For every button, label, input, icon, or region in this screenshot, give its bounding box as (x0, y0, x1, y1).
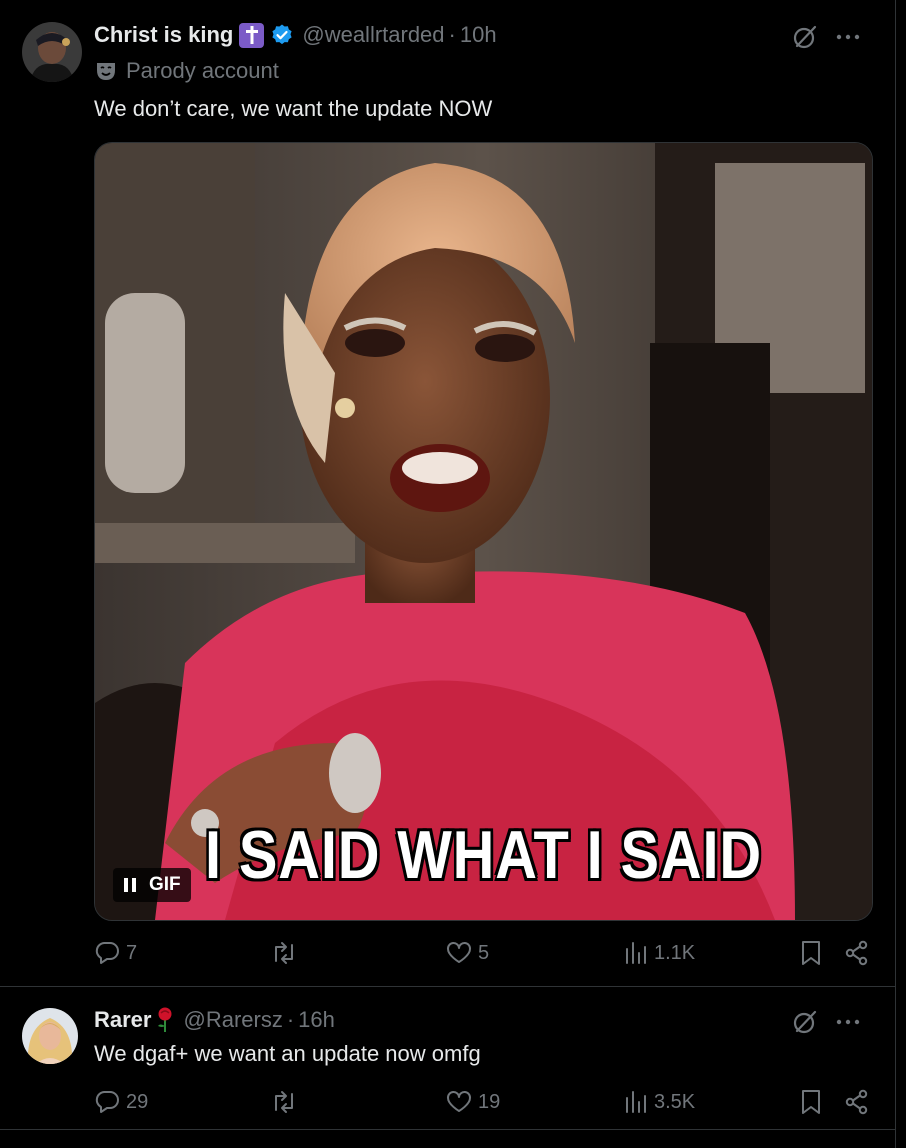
pause-icon[interactable] (123, 877, 137, 893)
bookmark-icon (800, 940, 822, 966)
bookmark-button[interactable] (800, 1089, 822, 1115)
retweet-icon (270, 940, 298, 966)
tweet-top-actions (792, 1009, 860, 1035)
gif-caption: I SAID WHAT I SAID (205, 817, 762, 893)
rose-emoji-icon (155, 1007, 175, 1033)
handle[interactable]: @Rarersz (183, 1007, 282, 1033)
reply-icon (94, 1089, 120, 1115)
retweet-button[interactable] (270, 1089, 304, 1115)
timestamp[interactable]: 16h (298, 1007, 335, 1033)
parody-label: Parody account (94, 58, 279, 84)
views-button[interactable]: 1.1K (624, 941, 695, 965)
like-count: 5 (478, 941, 490, 964)
like-count: 19 (478, 1090, 501, 1113)
gif-frame (95, 143, 872, 920)
display-name[interactable]: Christ is king (94, 22, 233, 48)
view-count: 1.1K (654, 941, 696, 964)
retweet-button[interactable] (270, 940, 304, 966)
tweet-header: Rarer @Rarersz · 16h (94, 1007, 335, 1033)
theater-mask-icon (94, 59, 118, 83)
tweet-text: We don’t care, we want the update NOW (94, 96, 493, 121)
avatar[interactable] (22, 22, 82, 82)
gif-label: GIF (149, 874, 181, 895)
reply-count: 29 (126, 1090, 149, 1113)
tweet-actions: 7 5 1.1K (94, 938, 874, 968)
more-options-icon[interactable] (836, 33, 860, 41)
tweet-top-actions (792, 24, 860, 50)
views-chart-icon (624, 941, 648, 965)
tweet-text: We dgaf+ we want an update now omfg (94, 1041, 481, 1066)
reply-count: 7 (126, 941, 138, 964)
like-button[interactable]: 5 (446, 941, 489, 965)
reply-button[interactable]: 7 (94, 940, 137, 966)
reply-icon (94, 940, 120, 966)
separator: · (448, 22, 456, 47)
share-icon (844, 940, 870, 966)
heart-icon (446, 1090, 472, 1114)
handle[interactable]: @weallrtarded (302, 22, 444, 48)
verified-badge-icon[interactable] (270, 23, 294, 47)
views-chart-icon (624, 1090, 648, 1114)
retweet-icon (270, 1089, 298, 1115)
avatar[interactable] (22, 1008, 78, 1064)
display-name[interactable]: Rarer (94, 1007, 151, 1033)
share-icon (844, 1089, 870, 1115)
grok-icon[interactable] (792, 1009, 818, 1035)
cross-emoji-icon (239, 22, 265, 48)
reply-button[interactable]: 29 (94, 1089, 148, 1115)
share-button[interactable] (844, 1089, 870, 1115)
parody-text: Parody account (126, 58, 279, 83)
gif-media[interactable]: I SAID WHAT I SAID GIF (94, 142, 873, 921)
views-button[interactable]: 3.5K (624, 1090, 695, 1114)
heart-icon (446, 941, 472, 965)
separator: · (286, 1007, 295, 1032)
more-options-icon[interactable] (836, 1018, 860, 1026)
like-button[interactable]: 19 (446, 1090, 500, 1114)
tweet-header: Christ is king @weallrtarded · 10h (94, 22, 497, 48)
bookmark-icon (800, 1089, 822, 1115)
gif-controls[interactable]: GIF (113, 868, 191, 902)
timestamp[interactable]: 10h (460, 22, 497, 48)
tweet-actions: 29 19 3.5K (94, 1087, 874, 1117)
bookmark-button[interactable] (800, 940, 822, 966)
share-button[interactable] (844, 940, 870, 966)
view-count: 3.5K (654, 1090, 696, 1113)
tweet-1[interactable]: Christ is king @weallrtarded · 10h Parod… (0, 0, 896, 987)
grok-icon[interactable] (792, 24, 818, 50)
tweet-2[interactable]: Rarer @Rarersz · 16h We dgaf+ we want an… (0, 987, 896, 1130)
